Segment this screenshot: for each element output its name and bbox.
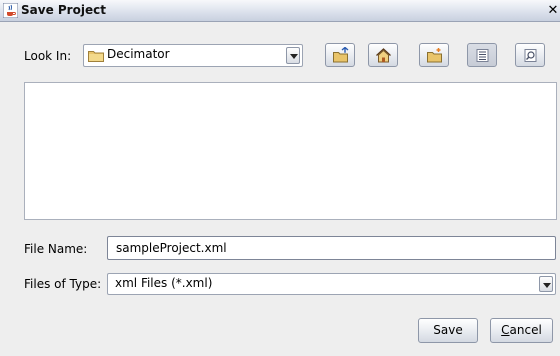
dialog-title: Save Project <box>21 3 106 17</box>
home-button[interactable] <box>368 43 398 67</box>
save-project-dialog: Save Project ✕ Look In: Decimator File N… <box>0 0 560 356</box>
save-button[interactable]: Save <box>418 318 478 343</box>
details-view-icon <box>524 49 537 62</box>
save-button-label: Save <box>433 323 463 337</box>
look-in-value: Decimator <box>107 47 170 61</box>
cancel-mnemonic: C <box>501 323 510 337</box>
files-of-type-value: xml Files (*.xml) <box>115 276 213 290</box>
file-name-input[interactable] <box>108 237 555 259</box>
close-icon[interactable]: ✕ <box>546 2 560 19</box>
list-view-button[interactable] <box>467 43 497 67</box>
file-list[interactable] <box>24 82 557 220</box>
look-in-label: Look In: <box>24 49 72 63</box>
list-view-icon <box>476 49 489 62</box>
folder-up-icon <box>333 47 349 63</box>
title-bar[interactable]: Save Project ✕ <box>0 0 560 22</box>
folder-icon <box>88 51 104 62</box>
new-folder-icon <box>427 48 442 63</box>
home-icon <box>376 48 391 63</box>
file-name-label: File Name: <box>24 242 88 256</box>
look-in-combo[interactable]: Decimator <box>83 44 303 67</box>
chevron-down-icon[interactable] <box>286 47 300 64</box>
files-of-type-combo[interactable]: xml Files (*.xml) <box>107 273 556 295</box>
details-view-button[interactable] <box>515 43 545 67</box>
new-folder-button[interactable] <box>419 43 449 67</box>
up-one-level-button[interactable] <box>325 43 355 67</box>
java-cup-icon <box>3 3 18 18</box>
cancel-button[interactable]: Cancel <box>490 318 553 343</box>
file-name-field[interactable] <box>107 236 556 260</box>
cancel-button-label: ancel <box>509 323 542 337</box>
chevron-down-icon[interactable] <box>539 276 553 292</box>
files-of-type-label: Files of Type: <box>24 277 102 291</box>
